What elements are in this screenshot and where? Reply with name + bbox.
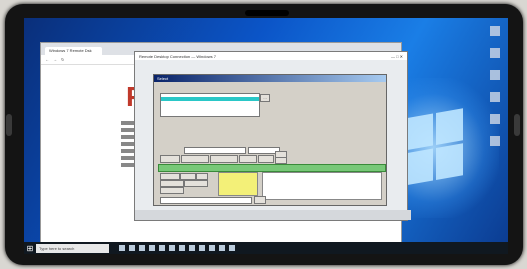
bottom-input[interactable] xyxy=(160,197,252,204)
data-grid[interactable] xyxy=(262,172,382,200)
reload-icon[interactable]: ↻ xyxy=(61,57,64,62)
windows-logo-wallpaper xyxy=(406,108,466,189)
lower-button-3[interactable] xyxy=(196,173,208,180)
taskbar: ⊞ Type here to search xyxy=(24,242,508,254)
desktop-icons-column xyxy=(490,26,504,158)
camera-notch xyxy=(245,10,289,16)
search-input[interactable]: Type here to search xyxy=(36,243,109,253)
application-window: Select … xyxy=(153,74,387,206)
remote-title-bar: Remote Desktop Connection — Windows 7 — … xyxy=(135,52,407,60)
selected-path-row[interactable] xyxy=(161,97,259,101)
back-icon[interactable]: ← xyxy=(45,57,49,62)
phone-frame: Windows 7 Remote Dsk ← → ↻ P Remote Desk… xyxy=(5,4,523,265)
lower-button-6[interactable] xyxy=(160,187,184,194)
action-button-2[interactable] xyxy=(181,155,209,163)
lower-button-5[interactable] xyxy=(184,180,208,187)
taskbar-app-icon[interactable] xyxy=(119,245,125,251)
desktop-icon[interactable] xyxy=(490,48,500,58)
yellow-text-area[interactable] xyxy=(218,172,258,196)
desktop-icon[interactable] xyxy=(490,136,500,146)
taskbar-app-icon[interactable] xyxy=(149,245,155,251)
desktop-icon[interactable] xyxy=(490,114,500,124)
desktop-icon[interactable] xyxy=(490,26,500,36)
remote-title: Remote Desktop Connection — Windows 7 xyxy=(139,53,216,59)
browse-button[interactable]: … xyxy=(260,94,270,102)
browser-tab[interactable]: Windows 7 Remote Dsk xyxy=(45,47,102,55)
taskbar-app-icon[interactable] xyxy=(219,245,225,251)
taskbar-app-icon[interactable] xyxy=(139,245,145,251)
action-button-3[interactable] xyxy=(210,155,238,163)
remote-desktop-area: Select … xyxy=(135,60,407,210)
taskbar-app-icon[interactable] xyxy=(169,245,175,251)
bottom-go-button[interactable] xyxy=(254,196,266,204)
phone-side-button-right xyxy=(514,114,520,136)
filter-input[interactable] xyxy=(184,147,246,154)
lower-button-2[interactable] xyxy=(180,173,196,180)
taskbar-apps xyxy=(119,245,235,251)
windows-desktop: Windows 7 Remote Dsk ← → ↻ P Remote Desk… xyxy=(24,18,508,254)
lower-button-4[interactable] xyxy=(160,180,184,187)
action-button-1[interactable] xyxy=(160,155,180,163)
remote-taskbar xyxy=(135,210,411,220)
path-input[interactable] xyxy=(160,93,260,117)
window-controls[interactable]: — □ ✕ xyxy=(391,54,403,59)
desktop-icon[interactable] xyxy=(490,70,500,80)
action-button-5[interactable] xyxy=(258,155,274,163)
action-button-7[interactable] xyxy=(275,157,287,164)
taskbar-app-icon[interactable] xyxy=(229,245,235,251)
taskbar-app-icon[interactable] xyxy=(179,245,185,251)
remote-desktop-window: Remote Desktop Connection — Windows 7 — … xyxy=(134,51,411,221)
taskbar-app-icon[interactable] xyxy=(189,245,195,251)
forward-icon[interactable]: → xyxy=(53,57,57,62)
lower-button-1[interactable] xyxy=(160,173,180,180)
taskbar-app-icon[interactable] xyxy=(159,245,165,251)
start-icon[interactable]: ⊞ xyxy=(24,242,36,254)
desktop-icon[interactable] xyxy=(490,92,500,102)
status-bar-green xyxy=(158,164,386,172)
app-title-bar: Select xyxy=(154,75,386,82)
taskbar-app-icon[interactable] xyxy=(209,245,215,251)
action-button-4[interactable] xyxy=(239,155,257,163)
taskbar-app-icon[interactable] xyxy=(129,245,135,251)
phone-side-button-left xyxy=(6,114,12,136)
taskbar-app-icon[interactable] xyxy=(199,245,205,251)
